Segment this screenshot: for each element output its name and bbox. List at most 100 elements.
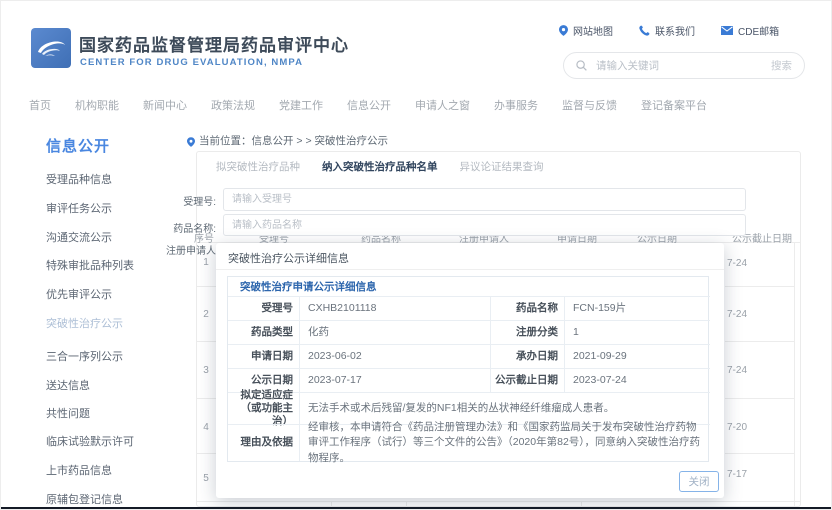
table-grid-line	[197, 501, 800, 502]
sitemap-link[interactable]: 网站地图	[559, 23, 613, 38]
sidebar-item[interactable]: 上市药品信息	[46, 462, 112, 478]
table-grid-line	[725, 398, 794, 399]
table-deadline-fragment: 7-24	[727, 309, 747, 320]
mailbox-link-label: CDE邮箱	[738, 23, 779, 38]
topbar-links: 网站地图 联系我们 CDE邮箱	[559, 23, 779, 38]
table-deadline-fragment: 7-17	[727, 469, 747, 480]
search-button[interactable]: 搜索	[771, 58, 792, 73]
detail-label: 注册分类	[490, 320, 564, 344]
cde-logo-icon[interactable]	[31, 28, 71, 68]
nav-item-supervision[interactable]: 监督与反馈	[562, 97, 617, 113]
detail-value: 2023-07-24	[564, 368, 710, 392]
site-title: 国家药品监督管理局药品审评中心	[79, 31, 349, 56]
detail-label: 承办日期	[490, 344, 564, 368]
nav-item-applicant[interactable]: 申请人之窗	[415, 97, 470, 113]
breadcrumb-prefix: 当前位置：	[199, 135, 252, 147]
tab-included-breakthrough-list[interactable]: 纳入突破性治疗品种名单	[322, 159, 438, 174]
tab-objection-results[interactable]: 异议论证结果查询	[460, 159, 544, 174]
sidebar-item[interactable]: 原辅包登记信息	[46, 491, 123, 507]
table-grid-line	[725, 341, 794, 342]
table-row-number: 2	[196, 309, 216, 320]
nav-item-news[interactable]: 新闻中心	[143, 97, 187, 113]
nav-item-services[interactable]: 办事服务	[494, 97, 538, 113]
table-grid-line	[725, 286, 794, 287]
main-nav: 首页 机构职能 新闻中心 政策法规 党建工作 信息公开 申请人之窗 办事服务 监…	[29, 97, 707, 113]
breadcrumb-path[interactable]: 信息公开 > > 突破性治疗公示	[252, 135, 389, 147]
nav-item-functions[interactable]: 机构职能	[75, 97, 119, 113]
detail-value: 2023-06-02	[299, 344, 490, 368]
page: 国家药品监督管理局药品审评中心 CENTER FOR DRUG EVALUATI…	[0, 0, 832, 510]
nav-item-registration-platform[interactable]: 登记备案平台	[641, 97, 707, 113]
detail-value: 1	[564, 320, 710, 344]
detail-label: 受理号	[228, 296, 299, 320]
sidebar-item-active[interactable]: 突破性治疗公示	[46, 315, 123, 331]
table-grid-line	[197, 286, 217, 287]
detail-label: 药品类型	[228, 320, 299, 344]
detail-modal: 突破性治疗公示详细信息 突破性治疗申请公示详细信息 受理号 CXHB210111…	[216, 243, 724, 498]
nav-item-home[interactable]: 首页	[29, 97, 51, 113]
contact-link[interactable]: 联系我们	[639, 23, 695, 38]
site-subtitle: CENTER FOR DRUG EVALUATION, NMPA	[80, 57, 303, 68]
modal-title-divider	[216, 269, 724, 270]
sidebar-item[interactable]: 沟通交流公示	[46, 229, 112, 245]
location-pin-icon	[559, 25, 568, 36]
table-deadline-fragment: 7-20	[727, 422, 747, 433]
sidebar-item[interactable]: 共性问题	[46, 405, 90, 421]
table-grid-line	[331, 501, 332, 507]
sidebar-title: 信息公开	[46, 135, 110, 156]
table-grid-line	[197, 453, 217, 454]
nav-item-party[interactable]: 党建工作	[279, 97, 323, 113]
table-row-number: 1	[196, 257, 216, 268]
detail-label: 申请日期	[228, 344, 299, 368]
detail-value: 2021-09-29	[564, 344, 710, 368]
table-grid-line	[406, 501, 407, 507]
table-row-number: 4	[196, 422, 216, 433]
drug-name-input[interactable]	[223, 214, 746, 236]
table-deadline-fragment: 7-24	[727, 258, 747, 269]
detail-label: 药品名称	[490, 296, 564, 320]
modal-close-button[interactable]: 关闭	[679, 471, 719, 492]
tab-bar: 拟突破性治疗品种 纳入突破性治疗品种名单 异议论证结果查询	[216, 159, 544, 174]
search-icon	[576, 60, 587, 71]
detail-label-indication: 拟定适应症（或功能主治）	[228, 392, 299, 424]
detail-value: 化药	[299, 320, 490, 344]
modal-title: 突破性治疗公示详细信息	[228, 250, 349, 266]
detail-label: 公示截止日期	[490, 368, 564, 392]
sitemap-link-label: 网站地图	[573, 23, 613, 38]
drug-name-label: 药品名称:	[161, 220, 216, 235]
table-grid-line	[725, 453, 794, 454]
detail-value: FCN-159片	[564, 296, 710, 320]
table-grid-line	[581, 501, 582, 507]
detail-section-title: 突破性治疗申请公示详细信息	[228, 277, 710, 296]
table-row-number: 5	[196, 473, 216, 484]
sidebar-item[interactable]: 优先审评公示	[46, 286, 112, 302]
table-grid-line	[197, 398, 217, 399]
detail-table: 突破性治疗申请公示详细信息 受理号 CXHB2101118 药品名称 FCN-1…	[227, 276, 709, 462]
detail-label-reason: 理由及依据	[228, 424, 299, 461]
applicant-label: 注册申请人	[161, 242, 216, 257]
sidebar-item[interactable]: 特殊审批品种列表	[46, 257, 134, 273]
detail-value: CXHB2101118	[299, 296, 490, 320]
table-row-number: 3	[196, 365, 216, 376]
mailbox-link[interactable]: CDE邮箱	[721, 23, 779, 38]
breadcrumb: 当前位置：信息公开 > > 突破性治疗公示	[199, 133, 388, 148]
sidebar-item[interactable]: 受理品种信息	[46, 171, 112, 187]
nav-item-info-disclosure[interactable]: 信息公开	[347, 97, 391, 113]
sidebar-item[interactable]: 送达信息	[46, 377, 90, 393]
table-grid-line	[197, 341, 217, 342]
header-search: 搜索	[563, 52, 805, 79]
receipt-number-input[interactable]	[223, 188, 746, 211]
table-deadline-fragment: 7-24	[727, 365, 747, 376]
receipt-number-label: 受理号:	[161, 193, 216, 208]
contact-link-label: 联系我们	[655, 23, 695, 38]
sidebar-item[interactable]: 三合一序列公示	[46, 348, 123, 364]
sidebar-item[interactable]: 审评任务公示	[46, 200, 112, 216]
detail-value: 2023-07-17	[299, 368, 490, 392]
search-input[interactable]	[594, 59, 764, 73]
sidebar-item[interactable]: 临床试验默示许可	[46, 433, 134, 449]
mail-icon	[721, 26, 733, 35]
breadcrumb-pin-icon	[187, 134, 195, 152]
tab-proposed-breakthrough[interactable]: 拟突破性治疗品种	[216, 159, 300, 174]
nav-item-policy[interactable]: 政策法规	[211, 97, 255, 113]
detail-value-reason: 经审核，本申请符合《药品注册管理办法》和《国家药监局关于发布突破性治疗药物审评工…	[299, 424, 710, 461]
